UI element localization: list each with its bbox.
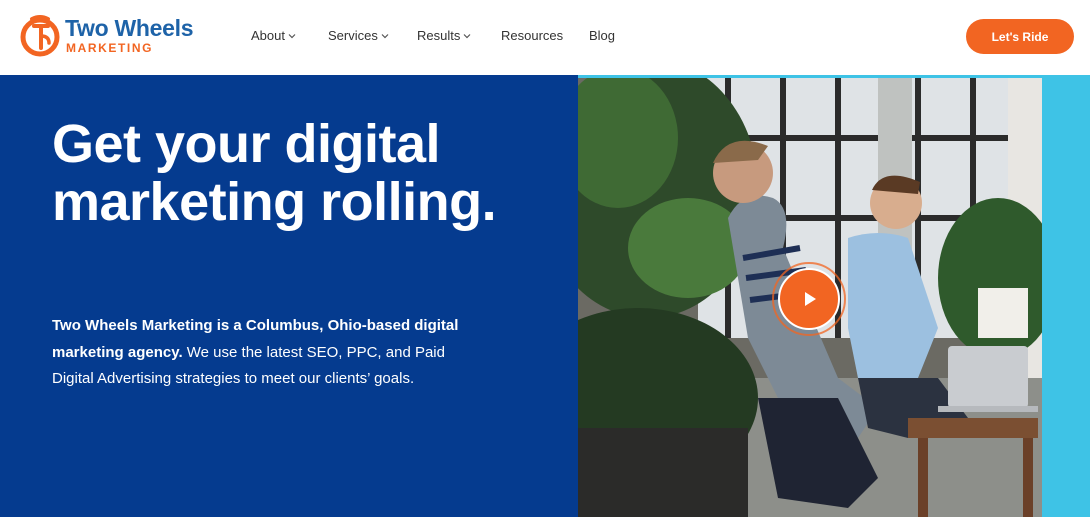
nav-item-label: Resources xyxy=(501,28,564,43)
video-thumbnail[interactable] xyxy=(578,78,1042,517)
play-icon xyxy=(805,292,816,306)
nav-item-about[interactable]: About xyxy=(251,28,297,43)
play-button[interactable] xyxy=(778,268,840,330)
hero-text-panel: Get your digital marketing rolling. Two … xyxy=(0,75,578,517)
nav-item-resources[interactable]: Resources xyxy=(501,28,563,43)
hero-description: Two Wheels Marketing is a Columbus, Ohio… xyxy=(52,313,482,393)
logo[interactable]: Two Wheels MARKETING xyxy=(18,12,208,60)
hero-section: Get your digital marketing rolling. Two … xyxy=(0,75,1090,517)
nav-item-label: Services xyxy=(328,28,378,43)
bicycle-logo-icon xyxy=(20,15,60,57)
chevron-down-icon xyxy=(288,33,296,38)
chevron-down-icon xyxy=(381,33,389,38)
brand-tagline: MARKETING xyxy=(66,41,154,55)
nav-item-blog[interactable]: Blog xyxy=(589,28,615,43)
nav-item-label: Results xyxy=(417,28,461,43)
chevron-down-icon xyxy=(463,33,471,38)
hero-headline: Get your digital marketing rolling. xyxy=(52,114,497,232)
nav-item-label: About xyxy=(251,28,285,43)
nav-item-services[interactable]: Services xyxy=(328,28,390,43)
nav-item-results[interactable]: Results xyxy=(417,28,472,43)
hero-accent-panel xyxy=(578,75,1090,517)
brand-name: Two Wheels xyxy=(65,15,194,41)
nav-item-label: Blog xyxy=(589,28,616,43)
site-header: Two Wheels MARKETING About Services Resu… xyxy=(0,0,1090,75)
lets-ride-button[interactable]: Let's Ride xyxy=(966,19,1074,54)
